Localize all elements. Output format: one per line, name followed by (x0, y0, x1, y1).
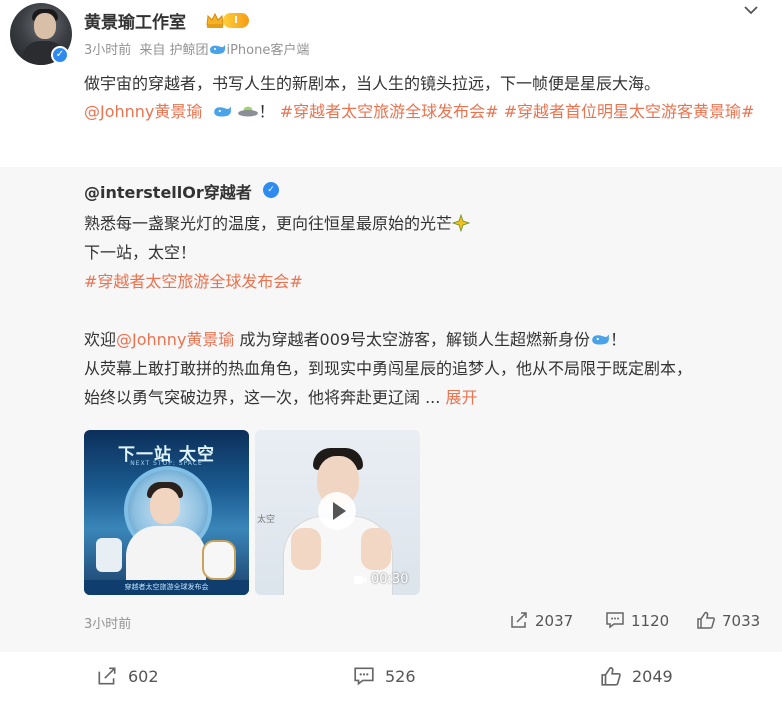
retweet-like-count: 7033 (722, 612, 761, 630)
level-label: I (223, 13, 249, 28)
poster-astronaut (202, 540, 236, 580)
repost-count: 602 (128, 667, 159, 686)
retweet-time[interactable]: 3小时前 (84, 613, 131, 632)
author-name[interactable]: 黄景瑜工作室 (84, 8, 186, 33)
retweet-line4-suffix: 成为穿越者009号太空游客，解锁人生超燃新身份 (234, 330, 591, 349)
post-text-line1: 做宇宙的穿越者，书写人生的新剧本，当人生的镜头拉远，下一帧便是星辰大海。 (84, 74, 661, 93)
retweet-mention-link[interactable]: @Johnny黄景瑜 (116, 330, 234, 349)
like-count: 2049 (632, 667, 673, 686)
video-hand-right (361, 528, 391, 570)
comment-count: 526 (385, 667, 416, 686)
repost-icon (511, 612, 527, 628)
play-icon[interactable] (318, 492, 356, 530)
retweet-repost-count: 2037 (535, 612, 574, 630)
avatar-face (34, 13, 56, 39)
hashtag-link-1[interactable]: #穿越者太空旅游全球发布会# (280, 102, 499, 121)
retweet-body: 熟悉每一盏聚光灯的温度，更向往恒星最原始的光芒 下一站，太空！ #穿越者太空旅游… (84, 209, 764, 412)
image-thumbnail-poster[interactable]: 下一站 太空 NEXT STOP: SPACE 穿越者太空旅游全球发布会 (84, 430, 249, 595)
whale-icon (210, 45, 226, 54)
video-hand-left (291, 528, 321, 570)
whale-icon (213, 106, 231, 117)
source-device[interactable]: iPhone客户端 (226, 43, 309, 58)
whale-icon (592, 334, 609, 345)
poster-robot (96, 538, 122, 572)
repost-button[interactable]: 602 (96, 666, 159, 686)
video-side-text: 太空 (257, 515, 276, 525)
like-button[interactable]: 2049 (600, 666, 673, 686)
comment-button[interactable]: 526 (353, 666, 416, 686)
crown-icon (206, 12, 224, 28)
retweet-hashtag-link[interactable]: #穿越者太空旅游全球发布会# (84, 267, 764, 296)
video-thumbnail[interactable]: 太空 00:30 (255, 430, 420, 595)
retweet-comment-count: 1120 (631, 612, 670, 630)
chevron-down-icon[interactable] (742, 2, 760, 18)
ufo-icon (237, 106, 258, 117)
retweet-repost-button[interactable]: 2037 (509, 611, 573, 630)
level-badge[interactable]: I (205, 10, 249, 30)
source-prefix: 来自 (139, 43, 166, 58)
poster-footer: 穿越者太空旅游全球发布会 (84, 580, 249, 595)
verified-icon: ✓ (263, 182, 279, 198)
sparkle-icon (452, 214, 471, 232)
comment-icon (354, 667, 374, 686)
mention-suffix: ！ (258, 102, 275, 121)
post-meta: 3小时前 来自 护鲸团 iPhone客户端 (84, 39, 313, 58)
retweet-line4-prefix: 欢迎 (84, 330, 117, 349)
retweet-line4-end: ！ (610, 330, 627, 349)
retweet-author[interactable]: @interstellOr穿越者 (84, 179, 252, 203)
poster-suit (126, 526, 206, 586)
retweet-line1: 熟悉每一盏聚光灯的温度，更向往恒星最原始的光芒 (84, 214, 453, 233)
like-icon (697, 611, 715, 629)
retweet-line6: 始终以勇气突破边界，这一次，他将奔赴更辽阔 ... (84, 388, 441, 407)
hashtag-link-2[interactable]: #穿越者首位明星太空游客黄景瑜# (504, 102, 755, 121)
source-client[interactable]: 护鲸团 (169, 43, 208, 58)
mention-link[interactable]: @Johnny黄景瑜 (84, 102, 202, 121)
post-time[interactable]: 3小时前 (84, 43, 131, 58)
poster-face (150, 488, 180, 524)
retweet-line: 欢迎@Johnny黄景瑜 成为穿越者009号太空游客，解锁人生超燃新身份 ！ (84, 325, 764, 354)
comment-icon (606, 612, 624, 629)
video-camera-icon (354, 576, 366, 584)
video-duration: 00:30 (371, 572, 409, 587)
repost-icon (98, 667, 116, 685)
post-body: 做宇宙的穿越者，书写人生的新剧本，当人生的镜头拉远，下一帧便是星辰大海。 @Jo… (84, 70, 764, 126)
retweet-comment-button[interactable]: 1120 (605, 611, 669, 630)
verified-icon: ✓ (51, 46, 69, 64)
retweet-line: 始终以勇气突破边界，这一次，他将奔赴更辽阔 ... 展开 (84, 383, 764, 412)
like-icon (601, 667, 621, 686)
retweet-line: 熟悉每一盏聚光灯的温度，更向往恒星最原始的光芒 (84, 209, 764, 238)
weibo-post-card: ✓ 黄景瑜工作室 I 3小时前 来自 护鲸团 iPhone客户端 做宇宙的穿越者，书… (0, 0, 782, 708)
retweet-card[interactable]: @interstellOr穿越者 ✓ 熟悉每一盏聚光灯的温度，更向往恒星最原始的… (0, 167, 782, 652)
retweet-line2: 下一站，太空！ (84, 243, 197, 262)
retweet-line5: 从荧幕上敢打敢拼的热血角色，到现实中勇闯星辰的追梦人，他从不局限于既定剧本， (84, 359, 693, 378)
expand-link[interactable]: 展开 (445, 388, 477, 407)
retweet-like-button[interactable]: 7033 (696, 611, 760, 630)
